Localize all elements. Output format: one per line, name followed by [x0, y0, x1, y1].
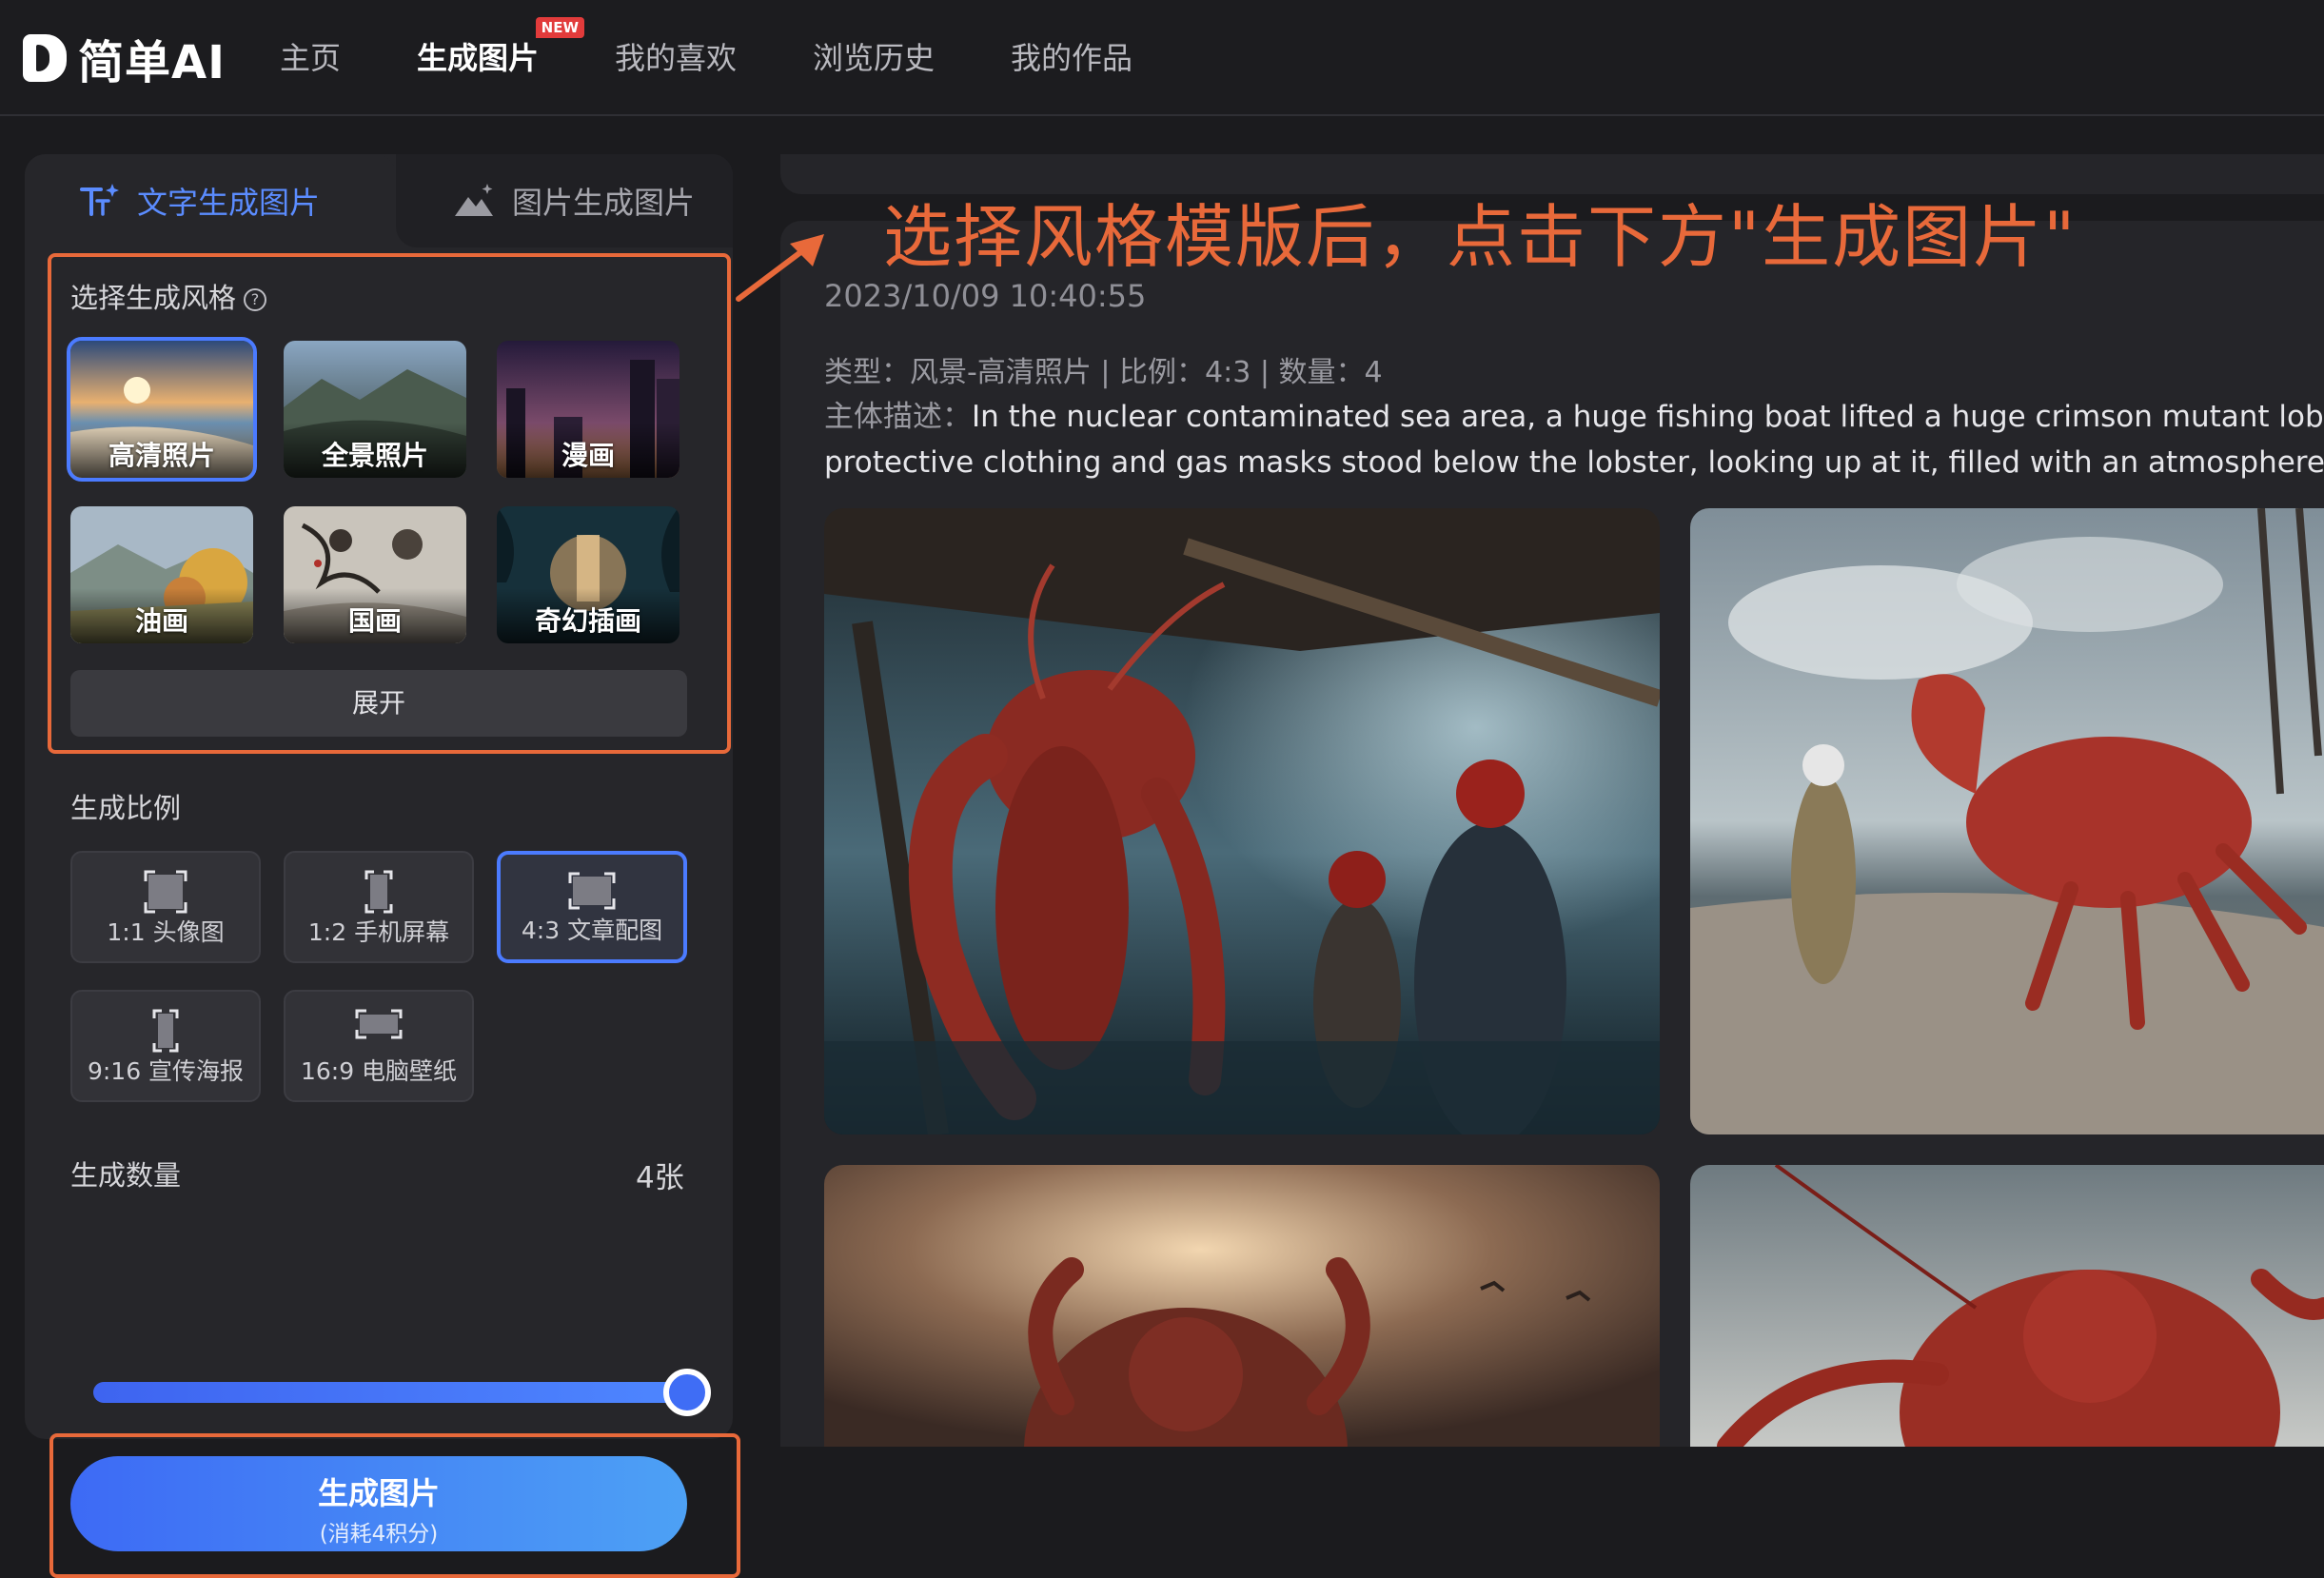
new-badge: NEW — [535, 17, 585, 38]
tutorial-annotation: 选择风格模版后，点击下方"生成图片" — [883, 197, 2078, 277]
annotation-arrow-icon — [736, 234, 824, 302]
result-image-4[interactable] — [1690, 1165, 2324, 1447]
ratio-square-icon — [144, 870, 187, 914]
generate-image-button[interactable]: 生成图片 (消耗4积分) — [70, 1456, 687, 1551]
lobster-factory-image — [824, 508, 1660, 1134]
style-label: 奇幻插画 — [497, 588, 679, 643]
style-label: 国画 — [284, 588, 466, 643]
app-logo[interactable]: 简单AI — [23, 29, 226, 89]
lobster-closeup-image — [1690, 1165, 2324, 1447]
style-card-oil-painting[interactable]: 油画 — [70, 506, 253, 643]
slider-knob[interactable] — [663, 1369, 711, 1416]
help-icon[interactable]: ? — [244, 288, 267, 311]
ratio-landscape-icon — [568, 872, 616, 910]
style-card-comic[interactable]: 漫画 — [497, 341, 679, 478]
result-image-2[interactable] — [1690, 508, 2324, 1134]
style-label: 全景照片 — [284, 423, 466, 478]
logo-mark-icon — [23, 34, 67, 82]
description-line-2: protective clothing and gas masks stood … — [824, 445, 2324, 480]
ratio-label: 4:3 文章配图 — [521, 917, 663, 944]
count-value: 4张 — [636, 1161, 684, 1195]
count-slider[interactable] — [93, 1369, 711, 1416]
ratio-portrait-icon — [364, 870, 393, 914]
result-timestamp: 2023/10/09 10:40:55 — [824, 278, 1147, 314]
ratio-option-16-9[interactable]: 16:9 电脑壁纸 — [284, 990, 474, 1102]
ratio-label: 16:9 电脑壁纸 — [300, 1057, 458, 1085]
description-line-1: In the nuclear contaminated sea area, a … — [972, 400, 2324, 434]
logo-text: 简单AI — [78, 36, 226, 89]
mode-tabs: 文字生成图片 图片生成图片 — [25, 154, 733, 247]
ratio-label: 1:2 手机屏幕 — [307, 918, 450, 946]
ratio-label: 9:16 宣传海报 — [87, 1057, 245, 1085]
ratio-option-1-2[interactable]: 1:2 手机屏幕 — [284, 851, 474, 963]
mountain-image-icon — [455, 184, 493, 216]
nav-item-label: 生成图片 — [417, 40, 540, 76]
top-navigation-bar: 简单AI 主页 生成图片 NEW 我的喜欢 浏览历史 我的作品 — [0, 0, 2324, 116]
nav-item-favorites[interactable]: 我的喜欢 — [615, 34, 737, 78]
style-card-panorama[interactable]: 全景照片 — [284, 341, 466, 478]
ratio-label: 1:1 头像图 — [107, 918, 225, 946]
style-section-title: 选择生成风格 — [70, 282, 237, 314]
tab-label: 图片生成图片 — [512, 185, 696, 221]
style-label: 高清照片 — [70, 423, 253, 478]
ratio-option-4-3[interactable]: 4:3 文章配图 — [497, 851, 687, 963]
ratio-wide-icon — [355, 1009, 403, 1039]
text-magic-icon — [80, 184, 119, 216]
generate-button-label: 生成图片 — [317, 1475, 440, 1511]
result-image-1[interactable] — [824, 508, 1660, 1134]
nav-item-my-works[interactable]: 我的作品 — [1011, 34, 1132, 78]
style-card-chinese-painting[interactable]: 国画 — [284, 506, 466, 643]
lobster-beach-image — [1690, 508, 2324, 1134]
lobster-sunset-image — [824, 1165, 1660, 1447]
tab-label: 文字生成图片 — [137, 185, 321, 221]
generate-button-cost: (消耗4积分) — [319, 1522, 439, 1547]
ratio-option-9-16[interactable]: 9:16 宣传海报 — [70, 990, 261, 1102]
description-label: 主体描述： — [824, 400, 972, 434]
style-label: 漫画 — [497, 423, 679, 478]
slider-fill — [93, 1382, 687, 1403]
tab-image-to-image[interactable]: 图片生成图片 — [396, 154, 733, 247]
nav-item-history[interactable]: 浏览历史 — [813, 34, 935, 78]
style-section-label: 选择生成风格? — [70, 276, 267, 316]
generation-settings-panel: 文字生成图片 图片生成图片 选择生成风格? 高清照片 全景照片 漫画 油画 国画… — [25, 154, 740, 1578]
style-card-hd-photo[interactable]: 高清照片 — [67, 337, 257, 482]
ratio-section-label: 生成比例 — [70, 792, 182, 824]
count-section-label: 生成数量 — [70, 1159, 182, 1192]
result-image-3[interactable] — [824, 1165, 1660, 1447]
result-description: 主体描述：In the nuclear contaminated sea are… — [824, 394, 2324, 485]
ratio-option-1-1[interactable]: 1:1 头像图 — [70, 851, 261, 963]
tab-text-to-image[interactable]: 文字生成图片 — [25, 154, 396, 247]
style-card-fantasy[interactable]: 奇幻插画 — [497, 506, 679, 643]
expand-styles-button[interactable]: 展开 — [70, 670, 687, 737]
style-label: 油画 — [70, 588, 253, 643]
ratio-tall-icon — [152, 1009, 179, 1053]
nav-item-generate-image[interactable]: 生成图片 NEW — [417, 17, 585, 78]
nav-item-home[interactable]: 主页 — [280, 34, 341, 78]
result-meta: 类型：风景-高清照片 | 比例：4:3 | 数量：4 — [824, 356, 1383, 389]
